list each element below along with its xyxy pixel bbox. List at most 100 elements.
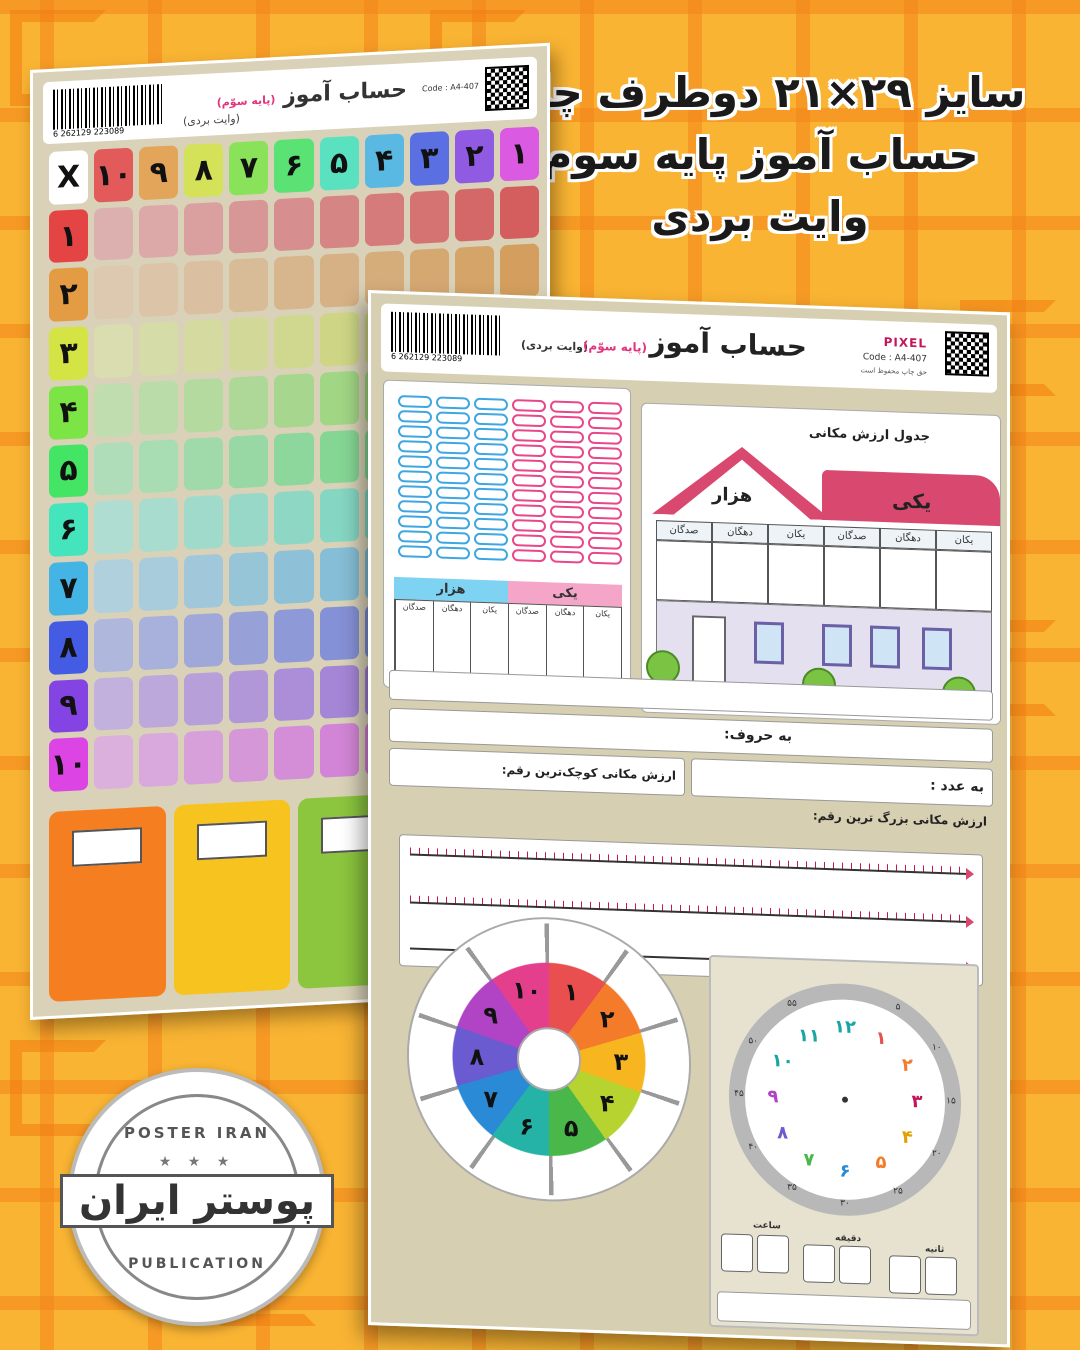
fraction-card [173, 799, 290, 996]
hour-box[interactable] [757, 1234, 789, 1274]
table-cell [184, 730, 224, 785]
abacus-rod [398, 395, 432, 572]
table-cell [229, 316, 269, 372]
wheel-number: ۸ [469, 1042, 485, 1072]
table-cell [319, 253, 359, 308]
abacus-bead [512, 519, 546, 533]
fraction-box [196, 820, 267, 861]
second-box[interactable] [925, 1256, 957, 1296]
clock-panel: ۱۲ ۱ ۲ ۳ ۴ ۵ ۶ ۷ ۸ ۹ ۱۰ ۱۱ ۵۵ ۵ ۱۰ ۱۵ ۲۰ ۲۵ ۳۰ ۳۵ ۴۰ ۴۵ ۵۰ ساع… [709, 954, 979, 1337]
abacus-rods [384, 381, 630, 565]
hour-label: ساعت [753, 1220, 781, 1232]
minute-box[interactable] [803, 1244, 835, 1284]
place-cell[interactable] [712, 542, 768, 604]
table-row-number: ۲ [49, 267, 89, 323]
abacus-bead [436, 456, 470, 470]
hour-box[interactable] [721, 1233, 753, 1273]
time-writing-line[interactable] [717, 1291, 971, 1331]
abacus-column-label: صدگان [508, 603, 546, 686]
abacus-bead [588, 536, 622, 550]
abacus-bead [512, 534, 546, 548]
front-poster-title: حساب آموز [649, 324, 807, 364]
table-cell [274, 607, 314, 663]
place-cell[interactable] [768, 543, 824, 606]
abacus-bead [550, 520, 584, 534]
door-icon [692, 615, 726, 687]
clock-minute-number: ۵۰ [748, 1036, 759, 1047]
clock-minute-number: ۲۵ [893, 1186, 903, 1197]
clock-minute-number: ۳۰ [840, 1198, 850, 1209]
place-cell[interactable] [656, 540, 712, 603]
abacus-rod [550, 400, 584, 577]
table-cell [229, 434, 269, 489]
table-cell [139, 556, 179, 612]
wheel-number: ۷ [483, 1085, 499, 1114]
abacus-bead [550, 505, 584, 519]
abacus-bead [398, 425, 432, 439]
wheel-number: ۱۰ [512, 975, 542, 1005]
table-cell [184, 201, 224, 257]
table-cell [319, 546, 359, 602]
abacus-bead [550, 550, 584, 564]
front-poster: 6 262129 223089 (وایت بردی) (پایه سوّم) … [368, 290, 1010, 1348]
place-cell[interactable] [880, 547, 936, 610]
table-cell [274, 725, 314, 781]
table-cell [94, 206, 134, 262]
clock-minute-number: ۱۵ [946, 1096, 956, 1107]
minute-box[interactable] [839, 1245, 871, 1285]
table-cell [229, 199, 269, 255]
table-cell [274, 373, 314, 428]
table-cell [139, 321, 179, 377]
table-cell [274, 490, 314, 546]
clock-hour-number: ۱۲ [834, 1016, 856, 1039]
time-input-row: ساعت دقیقه ثانیه [717, 1219, 973, 1296]
abacus-bead [512, 474, 546, 488]
abacus-bead [398, 485, 432, 499]
place-column-label: دهگان [880, 527, 936, 550]
abacus-bead [474, 517, 508, 531]
place-cell[interactable] [824, 545, 880, 608]
table-header-number: ۴ [364, 133, 404, 189]
abacus-bead [512, 444, 546, 458]
clock-hour-number: ۵ [875, 1152, 887, 1174]
table-cell [319, 194, 359, 250]
second-box[interactable] [889, 1255, 921, 1295]
smallest-digit-label: ارزش مکانی کوچک‌ترین رقم: [501, 762, 676, 783]
abacus-column-label: دهگان [432, 601, 471, 683]
abacus-column-label: یکان [583, 606, 622, 688]
headline-size: سایز ۲۹×۲۱ دوطرف چاپ [494, 68, 1026, 117]
whiteboard-label: (وایت بردی) [521, 338, 588, 354]
abacus-bead [512, 414, 546, 428]
wheel-number: ۲ [599, 1004, 615, 1034]
place-column-label: یکان [768, 523, 824, 546]
place-cell[interactable] [936, 549, 992, 612]
abacus-bead [550, 430, 584, 444]
abacus-bead [398, 395, 432, 409]
clock-minute-number: ۴۰ [748, 1142, 759, 1153]
place-value-house: جدول ارزش مکانی هزار یکی صدگان دهگان یکان ص… [641, 402, 1001, 726]
abacus-bead [550, 460, 584, 474]
table-cell [184, 260, 224, 316]
abacus-bead [398, 455, 432, 469]
abacus-bead [398, 515, 432, 529]
window-icon [870, 625, 900, 669]
abacus-bead [588, 491, 622, 505]
abacus-bead [550, 535, 584, 549]
abacus-bead [436, 486, 470, 500]
table-cell [229, 375, 269, 431]
abacus-bead [398, 470, 432, 484]
clock-hour-number: ۲ [901, 1054, 913, 1077]
clock-minute-number: ۵۵ [787, 998, 797, 1010]
wheel-number: ۹ [483, 1000, 499, 1030]
smallest-digit-field[interactable]: ارزش مکانی کوچک‌ترین رقم: [389, 747, 685, 797]
in-number-field[interactable]: به عدد : [691, 758, 993, 807]
back-poster-title: حساب آموز (پایه سوّم) [217, 77, 407, 112]
table-row-number: ۱ [49, 208, 89, 264]
clock-hour-number: ۱ [875, 1027, 887, 1049]
abacus-bead [512, 399, 546, 413]
clock-hour-number: ۴ [901, 1126, 913, 1149]
table-header-number: ۹ [139, 145, 179, 200]
fraction-card [49, 805, 166, 1003]
table-header-number: ۵ [319, 135, 359, 191]
abacus-column-label: یکان [470, 602, 509, 684]
